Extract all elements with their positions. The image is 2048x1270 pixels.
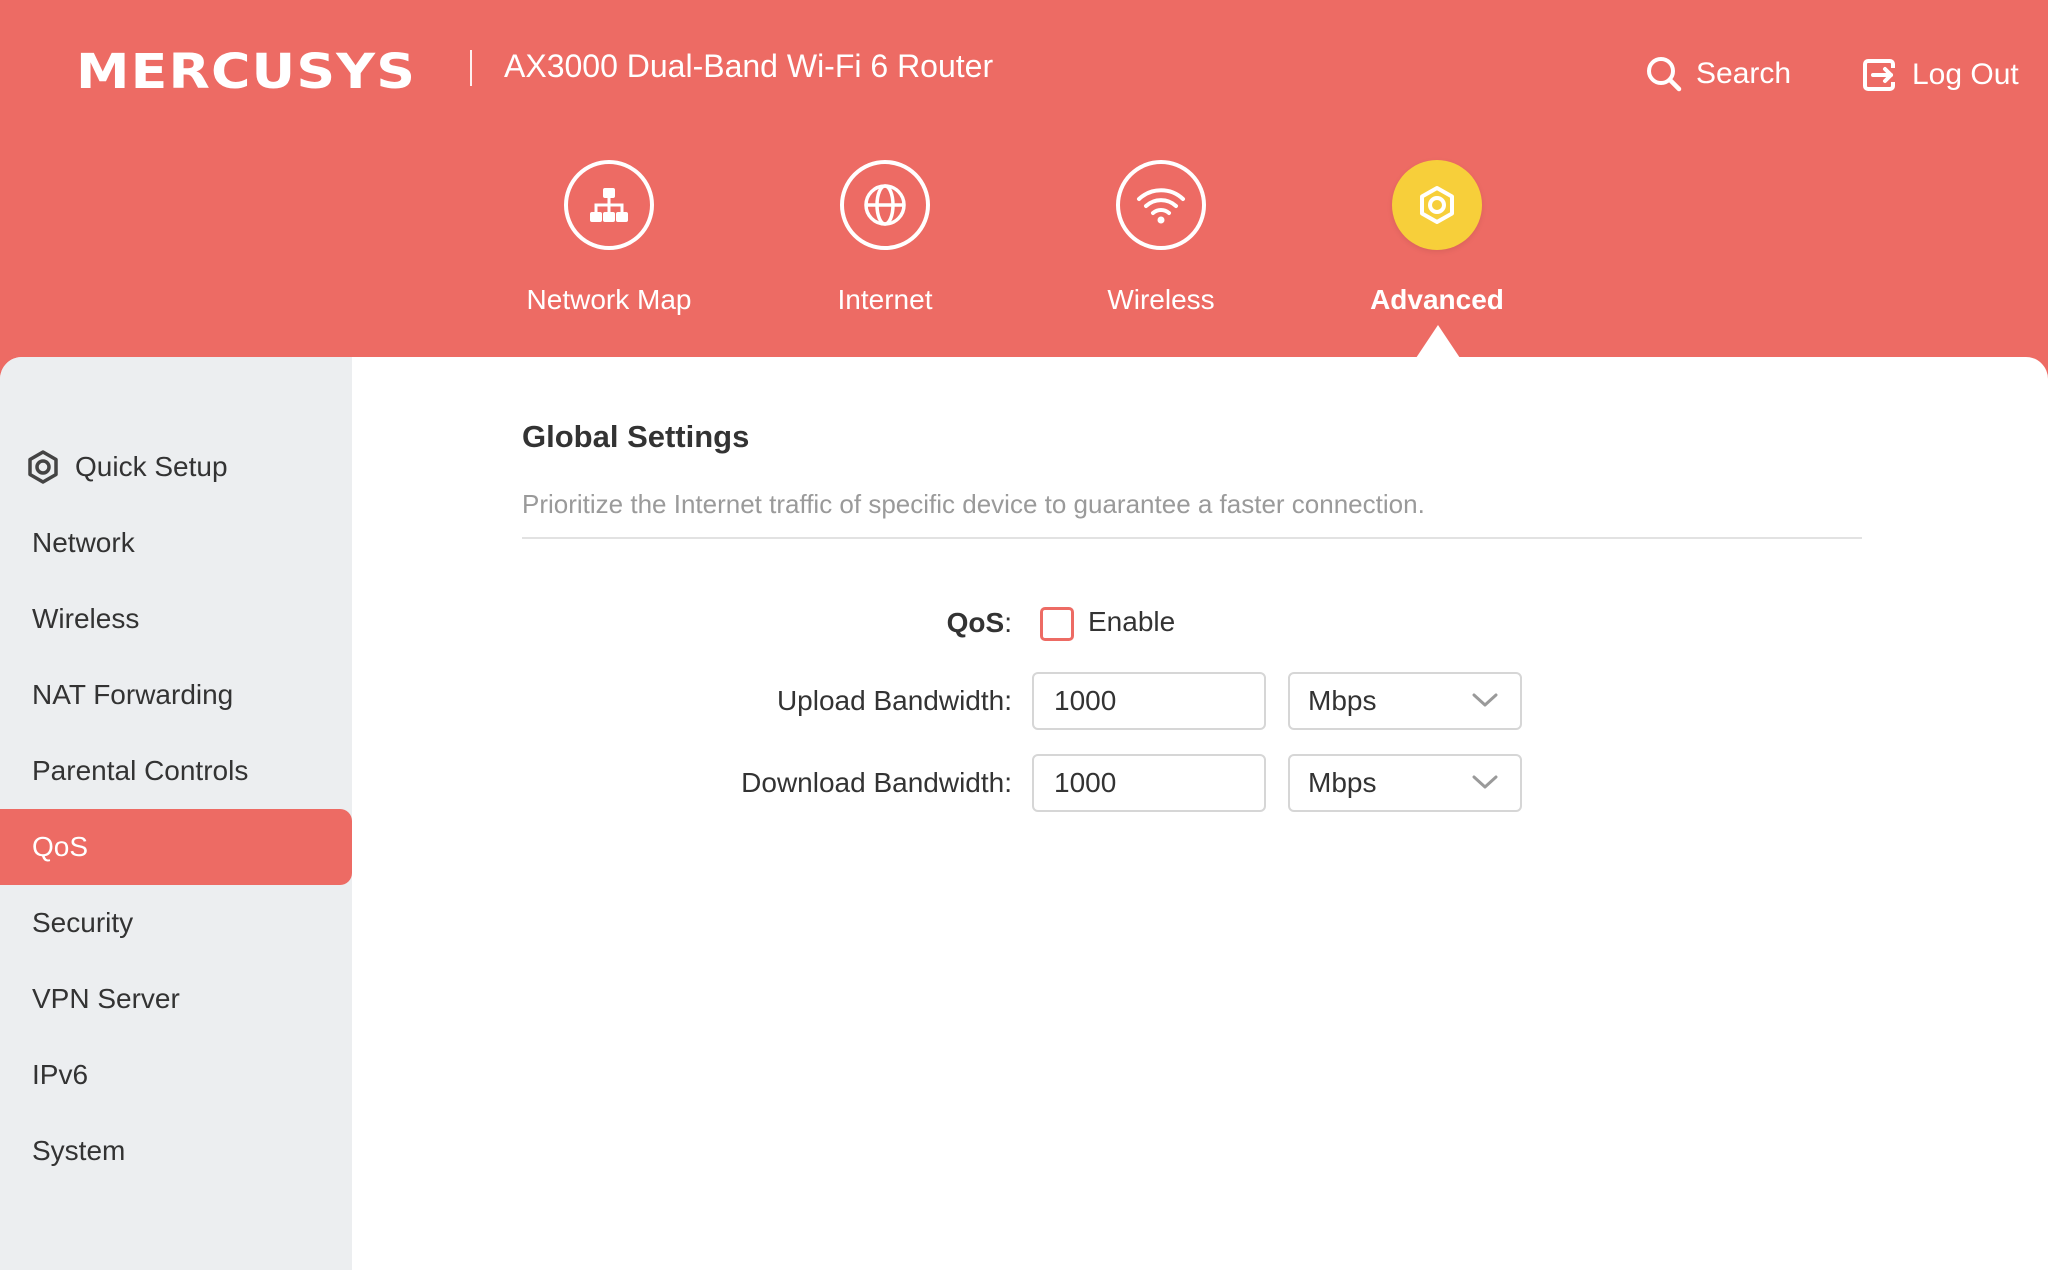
- sidebar-item-label: Security: [32, 907, 134, 938]
- nav-internet-label: Internet: [837, 284, 933, 315]
- sidebar-item-system[interactable]: System: [0, 1113, 352, 1189]
- main-content: Global Settings Prioritize the Internet …: [352, 357, 2048, 1270]
- sidebar-item-label: IPv6: [32, 1059, 89, 1090]
- logout-label: Log Out: [1912, 58, 2019, 91]
- nav-advanced-circle: [1392, 160, 1482, 250]
- sidebar-item-security[interactable]: Security: [0, 885, 352, 961]
- nav-network-map-circle: [564, 160, 654, 250]
- content-card: Quick Setup Network Wireless NAT Forward…: [0, 357, 2048, 1270]
- download-bandwidth-input[interactable]: [1032, 754, 1266, 812]
- upload-unit-value: Mbps: [1308, 685, 1377, 716]
- nav-advanced-label: Advanced: [1370, 284, 1504, 315]
- chevron-down-icon: [1472, 775, 1498, 789]
- nav-wireless-label: Wireless: [1107, 284, 1215, 315]
- sidebar-item-vpn-server[interactable]: VPN Server: [0, 961, 352, 1037]
- qos-enable-label[interactable]: Enable: [1088, 606, 1175, 638]
- qos-label-text: QoS: [946, 607, 1005, 638]
- sidebar-item-label: VPN Server: [32, 983, 180, 1014]
- nav-internet[interactable]: Internet: [775, 160, 995, 316]
- logout-button[interactable]: Log Out: [1860, 56, 2019, 94]
- upload-unit-select[interactable]: Mbps: [1288, 672, 1522, 730]
- logout-icon: [1863, 59, 1895, 91]
- active-nav-pointer: [1416, 325, 1460, 358]
- header-divider: [470, 50, 472, 86]
- sidebar-item-qos[interactable]: QoS: [0, 809, 352, 885]
- top-header: MERCUSYS AX3000 Dual-Band Wi-Fi 6 Router…: [0, 0, 2048, 358]
- nav-network-map[interactable]: Network Map: [499, 160, 719, 316]
- qos-label: QoS:: [612, 607, 1012, 639]
- sidebar-item-label: Quick Setup: [75, 451, 228, 482]
- sidebar-item-nat-forwarding[interactable]: NAT Forwarding: [0, 657, 352, 733]
- search-label: Search: [1696, 57, 1792, 90]
- search-button[interactable]: Search: [1646, 56, 1791, 92]
- download-unit-select[interactable]: Mbps: [1288, 754, 1522, 812]
- mercusys-logo: MERCUSYS: [76, 44, 417, 100]
- qos-label-colon: :: [1004, 607, 1012, 638]
- download-unit-value: Mbps: [1308, 767, 1377, 798]
- sidebar-item-label: NAT Forwarding: [32, 679, 234, 710]
- sidebar-item-label: Network: [32, 527, 135, 558]
- gear-icon: [1420, 186, 1454, 224]
- sidebar-item-label: Wireless: [32, 603, 140, 634]
- sidebar-item-quick-setup[interactable]: Quick Setup: [0, 429, 352, 505]
- upload-bandwidth-label: Upload Bandwidth:: [776, 685, 1012, 716]
- download-bandwidth-label: Download Bandwidth:: [741, 767, 1012, 798]
- wifi-icon: [1137, 188, 1185, 224]
- nav-network-map-label: Network Map: [526, 284, 692, 315]
- nav-internet-circle: [840, 160, 930, 250]
- globe-icon: [864, 184, 906, 226]
- qos-enable-checkbox[interactable]: [1040, 607, 1074, 641]
- product-name: AX3000 Dual-Band Wi-Fi 6 Router: [504, 48, 994, 84]
- upload-bandwidth-input[interactable]: [1032, 672, 1266, 730]
- sidebar-item-wireless[interactable]: Wireless: [0, 581, 352, 657]
- section-divider: [522, 537, 1862, 539]
- section-title: Global Settings: [522, 419, 750, 454]
- nav-advanced[interactable]: Advanced: [1327, 160, 1547, 316]
- nav-wireless[interactable]: Wireless: [1051, 160, 1271, 316]
- sidebar-item-label: Parental Controls: [32, 755, 249, 786]
- section-description: Prioritize the Internet traffic of speci…: [522, 489, 1425, 519]
- sidebar: Quick Setup Network Wireless NAT Forward…: [0, 357, 352, 1270]
- gear-icon: [28, 450, 58, 484]
- sidebar-item-label: QoS: [32, 831, 89, 862]
- chevron-down-icon: [1472, 693, 1498, 707]
- network-map-icon: [590, 188, 628, 222]
- search-icon: [1647, 57, 1682, 92]
- sidebar-item-label: System: [32, 1135, 126, 1166]
- nav-wireless-circle: [1116, 160, 1206, 250]
- sidebar-item-network[interactable]: Network: [0, 505, 352, 581]
- sidebar-item-ipv6[interactable]: IPv6: [0, 1037, 352, 1113]
- sidebar-item-parental-controls[interactable]: Parental Controls: [0, 733, 352, 809]
